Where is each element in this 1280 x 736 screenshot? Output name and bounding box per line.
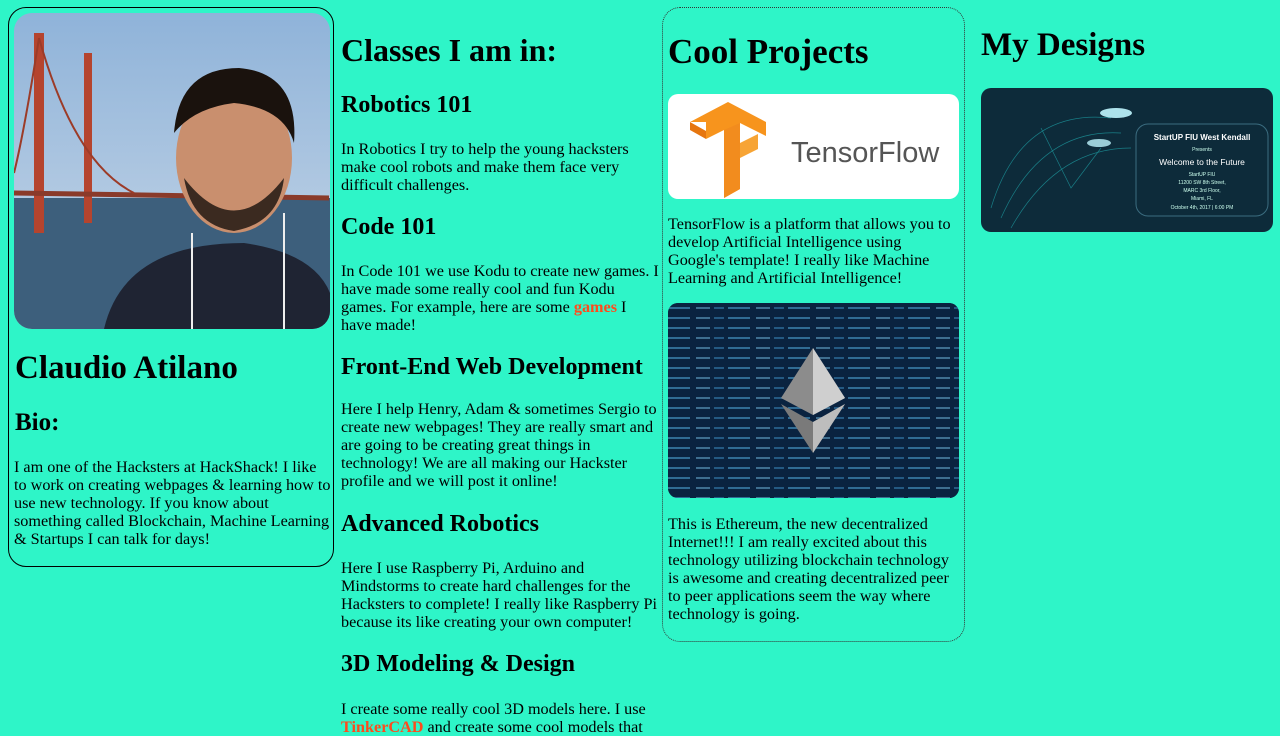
flyer-line1: StartUP FIU	[1189, 172, 1216, 178]
tensorflow-logo: TensorFlow	[668, 94, 959, 199]
flyer-org: StartUP FIU West Kendall	[1154, 133, 1251, 142]
startup-fiu-flyer[interactable]: StartUP FIU West Kendall Presents Welcom…	[981, 88, 1273, 232]
flyer-line4: Miami, FL	[1191, 196, 1213, 202]
class-name: Advanced Robotics	[341, 511, 540, 537]
flyer-line5: October 4th, 2017 | 6:00 PM	[1171, 205, 1234, 211]
profile-card: Claudio Atilano Bio: I am one of the Hac…	[8, 7, 334, 567]
ethereum-desc: This is Ethereum, the new decentralized …	[668, 515, 949, 623]
flyer-line2: 11200 SW 8th Street,	[1178, 180, 1225, 186]
class-desc: Here I use Raspberry Pi, Arduino and Min…	[341, 559, 658, 631]
class-name: Front-End Web Development	[341, 354, 643, 380]
games-link[interactable]: games	[574, 298, 617, 316]
flyer-line3: MARC 3rd Floor,	[1183, 188, 1220, 194]
ethereum-image	[668, 303, 959, 498]
profile-name: Claudio Atilano	[15, 350, 238, 386]
flyer-presents: Presents	[1192, 147, 1212, 153]
tensorflow-desc: TensorFlow is a platform that allows you…	[668, 215, 951, 287]
class-desc: Here I help Henry, Adam & sometimes Serg…	[341, 400, 657, 490]
flyer-headline: Welcome to the Future	[1159, 157, 1245, 167]
bio-text: I am one of the Hacksters at HackShack! …	[14, 458, 331, 548]
class-desc: In Robotics I try to help the young hack…	[341, 140, 629, 194]
tensorflow-wordmark: TensorFlow	[791, 137, 940, 169]
class-desc: I create some really cool 3D models here…	[341, 700, 646, 736]
designs-title: My Designs	[981, 27, 1146, 63]
class-name: Robotics 101	[341, 92, 473, 118]
class-desc: In Code 101 we use Kodu to create new ga…	[341, 262, 659, 334]
class-name: 3D Modeling & Design	[341, 651, 575, 677]
projects-title: Cool Projects	[668, 32, 869, 71]
bio-heading: Bio:	[15, 409, 60, 436]
classes-title: Classes I am in:	[341, 32, 558, 68]
class-name: Code 101	[341, 214, 437, 240]
profile-photo	[14, 13, 330, 329]
projects-card: Cool Projects TensorFlow TensorFlow is a…	[662, 7, 965, 642]
tinkercad-link[interactable]: TinkerCAD	[341, 718, 423, 736]
